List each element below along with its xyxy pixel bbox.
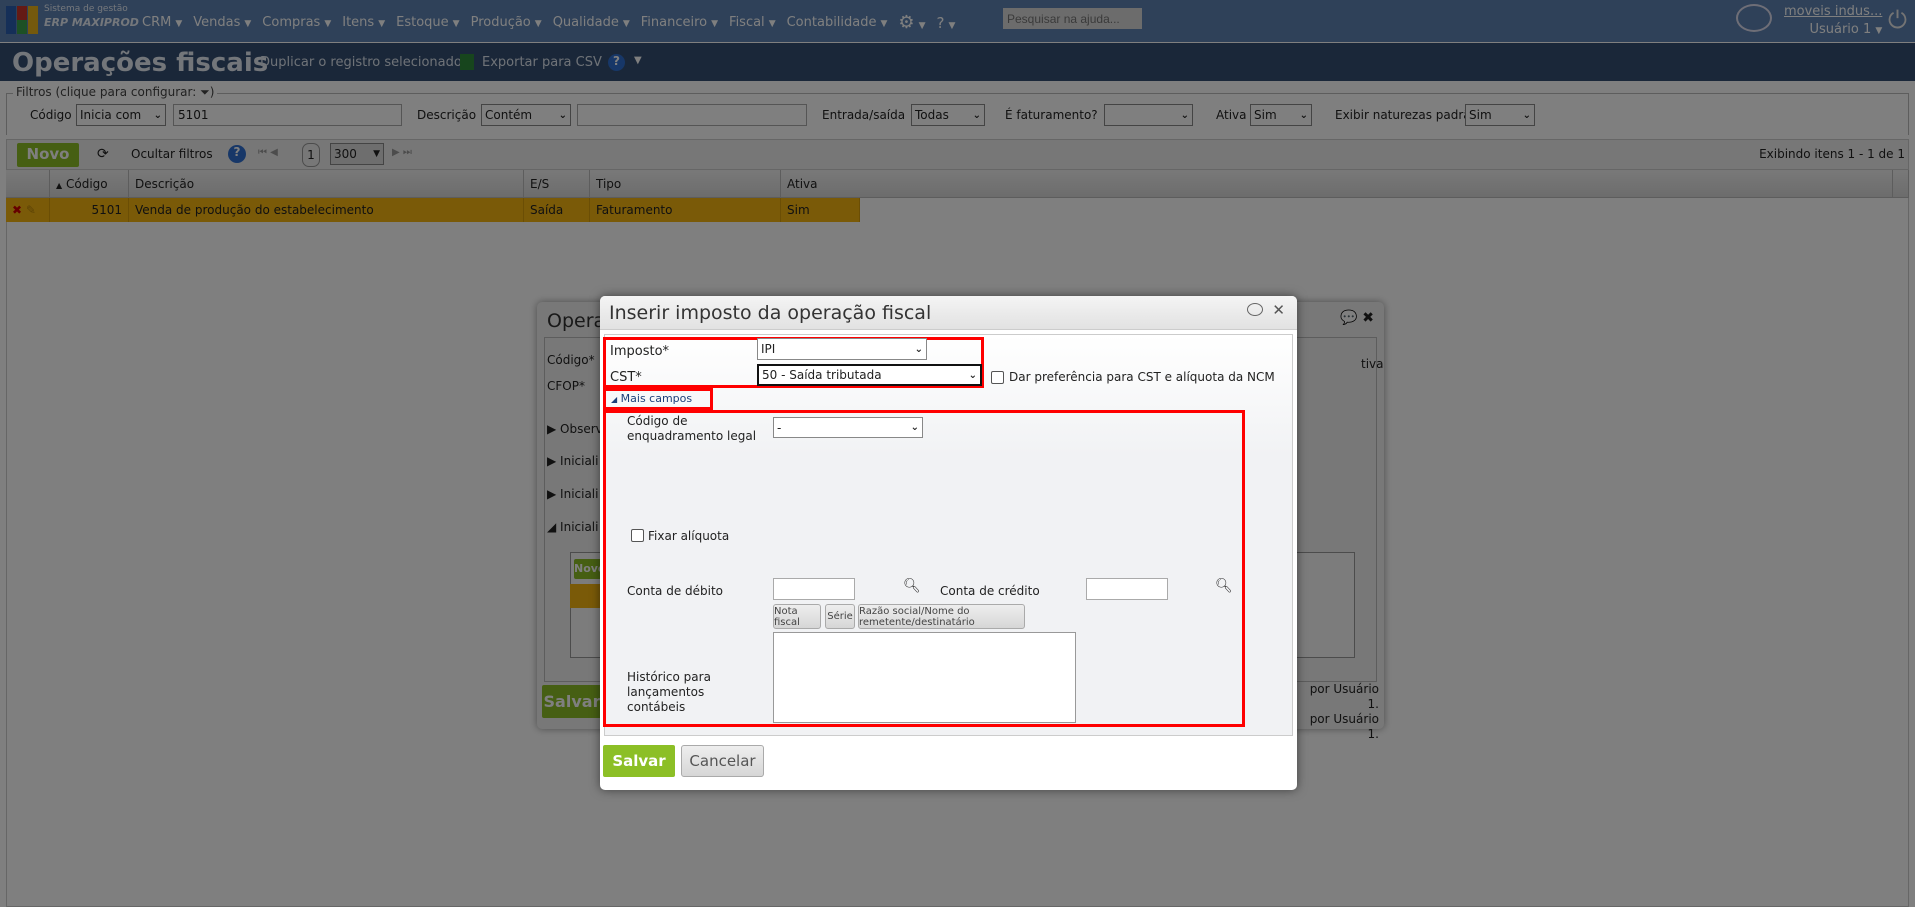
more-fields-toggle[interactable]: ◢ Mais campos [611,392,692,405]
ncm-preference-checkbox[interactable] [991,371,1004,384]
enquadramento-label: Código de enquadramento legal [627,414,757,443]
tag-razao-social-button[interactable]: Razão social/Nome do remetente/destinatá… [858,604,1025,629]
historico-label: Histórico para lançamentos contábeis [627,670,711,714]
insert-tax-dialog: Inserir imposto da operação fiscal ✕ Imp… [600,296,1297,790]
imposto-label: Imposto* [610,344,670,359]
cst-label: CST* [610,370,642,385]
dialog-titlebar: Inserir imposto da operação fiscal ✕ [600,296,1297,330]
conta-credito-label: Conta de crédito [940,584,1040,598]
tag-nota-fiscal-button[interactable]: Nota fiscal [773,604,821,629]
comment-icon[interactable] [1247,303,1263,316]
close-icon[interactable]: ✕ [1272,301,1285,319]
cst-select[interactable]: 50 - Saída tributada ⌄ [757,364,982,386]
fixar-aliquota-label: Fixar alíquota [648,529,730,543]
tag-serie-button[interactable]: Série [825,604,855,629]
dialog-title: Inserir imposto da operação fiscal [609,302,932,324]
conta-credito-input[interactable] [1086,578,1168,600]
conta-debito-input[interactable] [773,578,855,600]
imposto-select[interactable]: IPI ⌄ [757,338,927,360]
enquadramento-select[interactable]: - ⌄ [773,417,923,438]
ncm-preference-label: Dar preferência para CST e alíquota da N… [1009,370,1275,384]
historico-textarea[interactable] [773,632,1076,723]
conta-debito-label: Conta de débito [627,584,724,598]
save-button[interactable]: Salvar [603,745,675,777]
search-icon[interactable]: 🔍︎ [1215,578,1233,594]
cancel-button[interactable]: Cancelar [681,745,764,777]
fixar-aliquota-checkbox[interactable] [631,529,644,542]
search-icon[interactable]: 🔍︎ [903,578,921,594]
